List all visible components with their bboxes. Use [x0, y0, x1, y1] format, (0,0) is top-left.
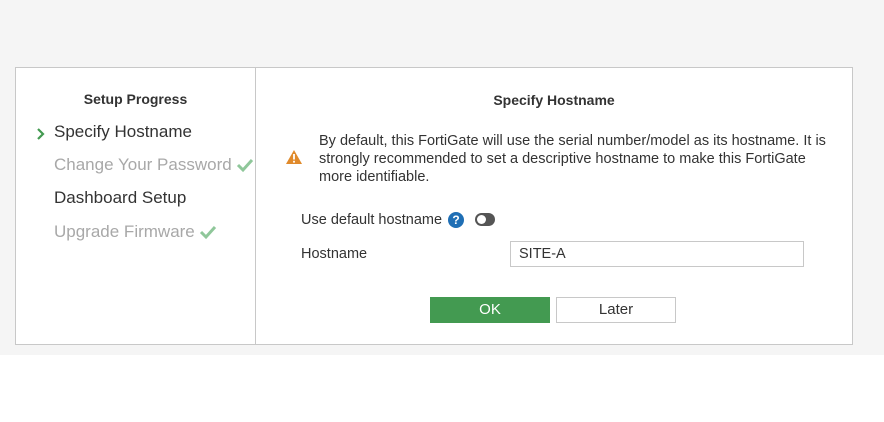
hostname-warning-message: By default, this FortiGate will use the … — [319, 133, 826, 185]
step-change-password: Change Your Password — [54, 155, 254, 175]
checkmark-icon — [236, 158, 253, 173]
step-label: Dashboard Setup — [54, 188, 187, 207]
checkmark-icon — [199, 225, 216, 240]
later-button[interactable]: Later — [556, 297, 676, 323]
setup-dialog: Setup Progress Specify Hostname Change Y… — [15, 67, 853, 345]
chevron-right-icon — [37, 128, 45, 140]
use-default-hostname-label: Use default hostname — [301, 212, 443, 228]
hostname-panel: Specify Hostname By default, this FortiG… — [256, 68, 852, 344]
ok-button[interactable]: OK — [430, 297, 550, 323]
use-default-hostname-toggle[interactable] — [475, 213, 495, 226]
setup-progress-sidebar: Setup Progress Specify Hostname Change Y… — [16, 68, 256, 344]
step-specify-hostname: Specify Hostname — [54, 122, 192, 142]
hostname-input[interactable] — [510, 241, 804, 267]
toggle-knob — [477, 215, 486, 224]
warning-triangle-icon — [286, 150, 302, 164]
step-dashboard-setup: Dashboard Setup — [54, 188, 186, 208]
hostname-label: Hostname — [301, 246, 368, 262]
panel-title: Specify Hostname — [493, 92, 615, 108]
help-circle-icon[interactable]: ? — [448, 212, 464, 228]
sidebar-title: Setup Progress — [83, 91, 188, 107]
step-upgrade-firmware: Upgrade Firmware — [54, 222, 217, 242]
step-label: Change Your Password — [54, 155, 232, 174]
step-label: Upgrade Firmware — [54, 222, 195, 241]
step-label: Specify Hostname — [54, 122, 192, 141]
